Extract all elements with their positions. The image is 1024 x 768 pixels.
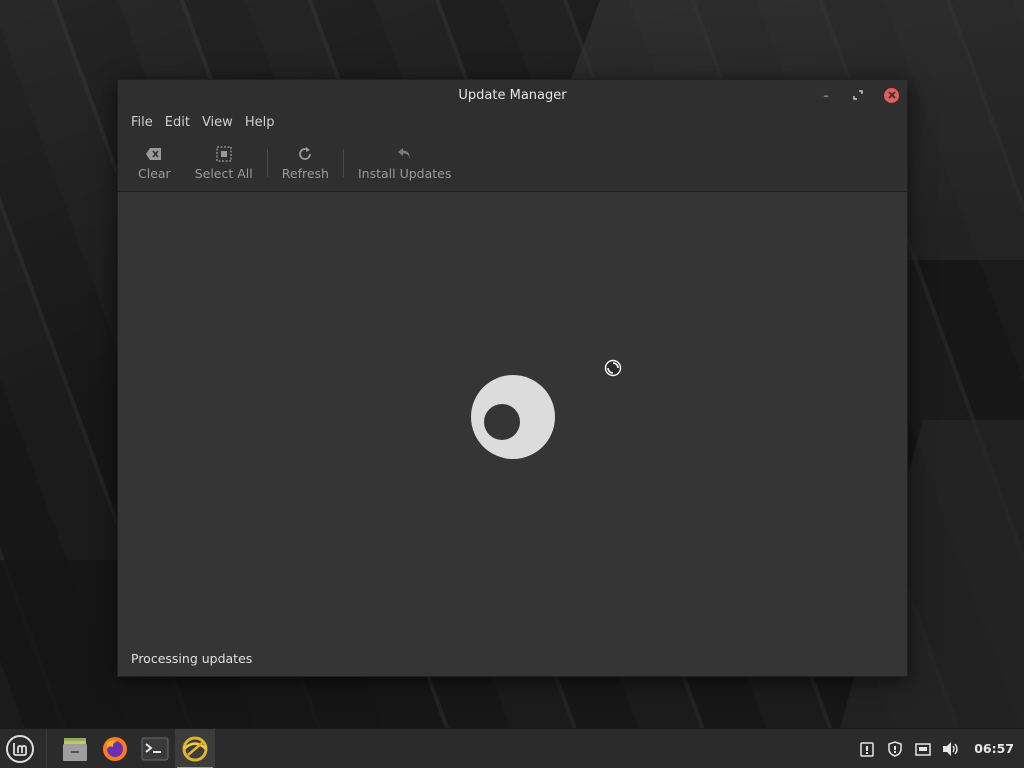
update-manager-taskbar-button[interactable] (175, 728, 215, 768)
menubar: File Edit View Help (118, 110, 907, 134)
files-icon (63, 737, 87, 761)
security-button[interactable] (886, 740, 904, 758)
maximize-icon (853, 90, 863, 100)
menu-view[interactable]: View (196, 115, 239, 130)
loading-spinner (471, 375, 555, 459)
install-updates-label: Install Updates (357, 165, 452, 181)
clear-button[interactable]: Clear (126, 138, 183, 188)
install-updates-button[interactable]: Install Updates (346, 138, 463, 188)
clock[interactable]: 06:57 (974, 741, 1014, 756)
close-icon (887, 91, 896, 99)
updates-content-area: Processing updates (118, 193, 907, 676)
terminal-icon (141, 737, 169, 760)
menu-icon (6, 734, 34, 763)
toolbar: Clear Select All Refresh Install Updates (118, 134, 907, 192)
close-button[interactable] (884, 87, 899, 103)
terminal-launcher[interactable] (135, 729, 175, 768)
refresh-icon (296, 145, 314, 163)
window-controls: – (816, 86, 899, 104)
update-manager-icon (182, 736, 208, 761)
busy-cursor-icon (604, 359, 622, 377)
firefox-launcher[interactable] (95, 729, 135, 768)
taskbar: 06:57 (0, 728, 1024, 768)
update-notification-icon (860, 741, 874, 757)
menu-edit[interactable]: Edit (159, 115, 196, 130)
clear-icon (145, 145, 163, 163)
select-all-label: Select All (194, 165, 253, 181)
toolbar-separator (266, 148, 268, 177)
start-menu-button[interactable] (0, 729, 40, 768)
volume-button[interactable] (942, 740, 960, 758)
firefox-icon (103, 736, 127, 761)
install-icon (396, 145, 414, 163)
clear-label: Clear (138, 165, 171, 181)
shield-icon (888, 740, 902, 757)
update-manager-window: Update Manager – File Edit View Help Cle… (117, 79, 908, 677)
taskbar-separator (46, 728, 47, 768)
network-icon (915, 742, 931, 756)
menu-file[interactable]: File (125, 115, 159, 130)
minimize-button[interactable]: – (816, 86, 836, 104)
volume-icon (943, 741, 958, 756)
maximize-button[interactable] (848, 86, 868, 104)
refresh-label: Refresh (281, 165, 329, 181)
toolbar-separator (342, 148, 344, 177)
select-all-button[interactable]: Select All (183, 138, 265, 188)
menu-help[interactable]: Help (239, 115, 281, 130)
status-text: Processing updates (131, 651, 253, 666)
titlebar[interactable]: Update Manager – (118, 80, 907, 110)
network-button[interactable] (914, 740, 932, 758)
refresh-button[interactable]: Refresh (270, 138, 341, 188)
select-all-icon (215, 145, 233, 163)
update-notification-button[interactable] (858, 740, 876, 758)
spinner-hole (484, 404, 520, 440)
files-launcher[interactable] (55, 729, 95, 768)
window-title: Update Manager (458, 87, 567, 103)
